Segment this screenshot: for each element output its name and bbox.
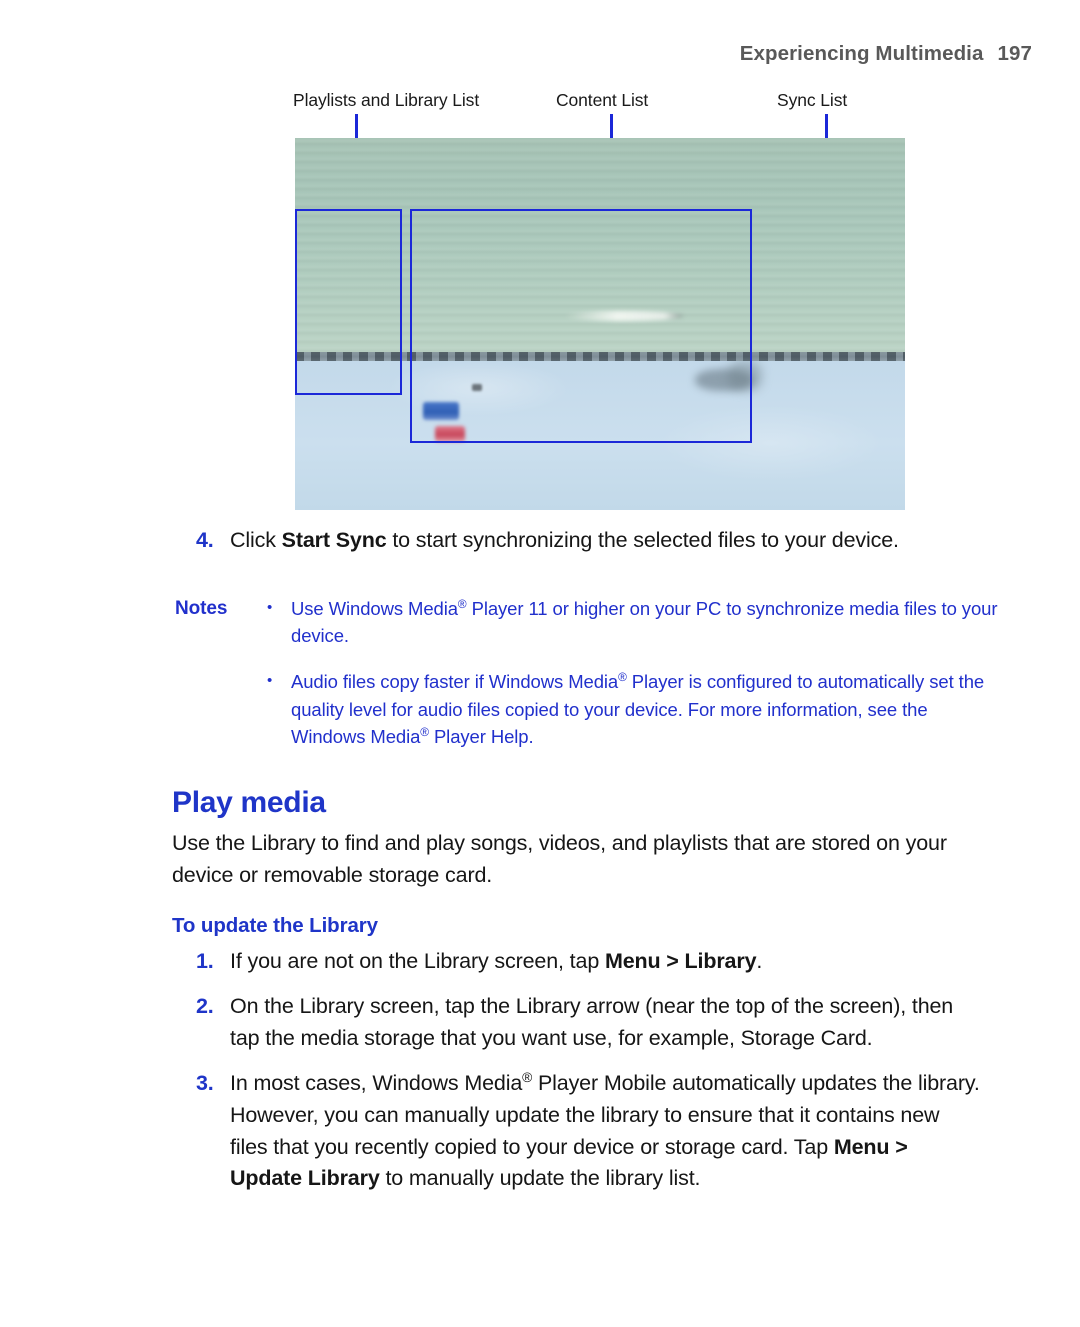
section-heading-play-media: Play media xyxy=(172,786,326,820)
registered-mark-icon: ® xyxy=(522,1070,533,1086)
step-2-text: On the Library screen, tap the Library a… xyxy=(230,994,954,1050)
callout-label-playlists-and-library-list: Playlists and Library List xyxy=(293,90,480,110)
update-library-steps: 1. If you are not on the Library screen,… xyxy=(0,946,1080,1195)
callout-label-content-list: Content List xyxy=(556,90,649,110)
step-3-number: 3. xyxy=(196,1071,214,1096)
registered-mark-icon: ® xyxy=(457,596,467,611)
note-text: Audio files copy faster if Windows Media… xyxy=(291,668,1002,750)
registered-mark-icon: ® xyxy=(618,670,627,685)
notes-list: • Use Windows Media® Player 11 or higher… xyxy=(267,595,1002,751)
step-2: 2. On the Library screen, tap the Librar… xyxy=(0,991,1080,1054)
note-2-part1: Audio files copy faster if Windows Media xyxy=(291,671,619,693)
screenshot-blur-red-shape xyxy=(435,426,466,443)
step-1-text: If you are not on the Library screen, ta… xyxy=(230,946,980,978)
screenshot-blur-dark-shape-2 xyxy=(728,361,763,392)
section-paragraph: Use the Library to find and play songs, … xyxy=(172,831,947,888)
note-item: • Use Windows Media® Player 11 or higher… xyxy=(267,595,1002,650)
bullet-icon: • xyxy=(267,598,273,616)
step-3-text-after: to manually update the library list. xyxy=(379,1166,701,1191)
note-item: • Audio files copy faster if Windows Med… xyxy=(267,668,1002,750)
step-4-text-before: Click xyxy=(230,528,282,552)
step-3-text: In most cases, Windows Media® Player Mob… xyxy=(230,1068,980,1194)
step-4-bold: Start Sync xyxy=(281,528,387,552)
step-4: 4. Click Start Sync to start synchronizi… xyxy=(0,525,1080,557)
screenshot-image xyxy=(295,138,905,510)
figure-device-screenshot xyxy=(295,138,905,510)
screenshot-lower-band xyxy=(295,361,905,510)
callout-label-sync-list: Sync List xyxy=(777,90,848,110)
subheading-to-update-the-library: To update the Library xyxy=(172,913,378,937)
screenshot-blur-blue-shape xyxy=(423,402,460,421)
header-title: Experiencing Multimedia xyxy=(739,42,984,65)
note-1-part1: Use Windows Media xyxy=(291,597,458,619)
page-header: Experiencing Multimedia 197 xyxy=(740,42,1032,66)
notes-block: Notes • Use Windows Media® Player 11 or … xyxy=(0,595,1080,751)
step-4-text-after: to start synchronizing the selected file… xyxy=(386,528,899,552)
screenshot-blur-dot xyxy=(471,383,482,391)
step-1-text-after: . xyxy=(756,948,763,973)
note-2-part3: Player Help. xyxy=(428,726,534,748)
bullet-icon: • xyxy=(267,672,273,690)
step-2-number: 2. xyxy=(196,994,214,1019)
step-4-text: Click Start Sync to start synchronizing … xyxy=(230,525,980,557)
screenshot-upper-band xyxy=(295,138,905,354)
step-3-text-before: In most cases, Windows Media xyxy=(230,1071,523,1096)
body-content: 4. Click Start Sync to start synchronizi… xyxy=(0,525,1080,1209)
step-4-number: 4. xyxy=(196,528,214,552)
step-1-bold: Menu > Library xyxy=(604,948,757,973)
page-number: 197 xyxy=(997,42,1032,65)
step-3: 3. In most cases, Windows Media® Player … xyxy=(0,1068,1080,1194)
step-1-text-before: If you are not on the Library screen, ta… xyxy=(230,948,605,973)
registered-mark-icon: ® xyxy=(420,724,429,739)
step-1: 1. If you are not on the Library screen,… xyxy=(0,946,1080,978)
note-text: Use Windows Media® Player 11 or higher o… xyxy=(291,595,1002,650)
screenshot-blur-wake xyxy=(563,310,684,321)
notes-label: Notes xyxy=(175,597,228,619)
step-1-number: 1. xyxy=(196,948,214,973)
